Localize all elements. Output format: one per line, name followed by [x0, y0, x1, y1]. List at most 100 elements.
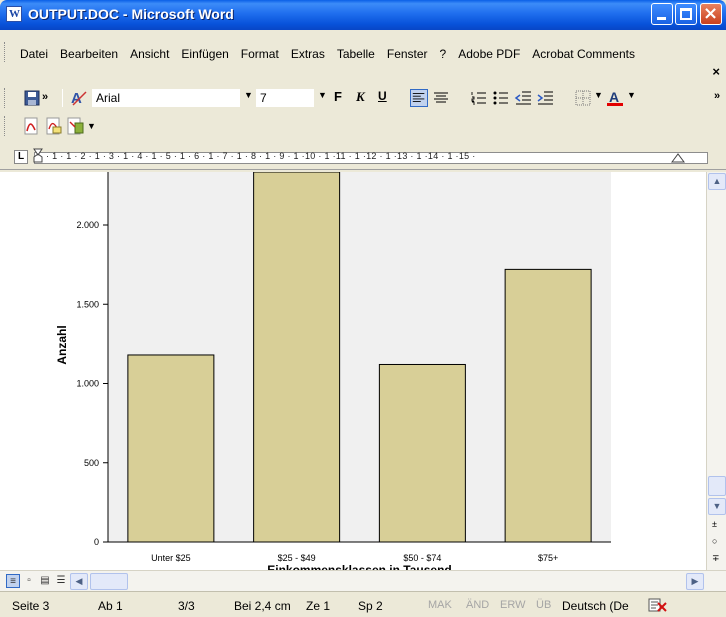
- title-bar[interactable]: OUTPUT.DOC - Microsoft Word ×: [0, 0, 726, 30]
- x-axis-title: Einkommensklassen in Tausend: [267, 563, 452, 570]
- font-size-dropdown-icon[interactable]: ▼: [318, 90, 327, 100]
- pdf-review-icon[interactable]: [66, 117, 84, 135]
- toolbar2-overflow-icon[interactable]: »: [714, 90, 720, 102]
- status-page: Seite 3: [12, 599, 50, 613]
- previous-page-icon[interactable]: ±: [712, 519, 717, 529]
- print-layout-icon[interactable]: ▤: [38, 574, 52, 588]
- font-color-icon[interactable]: A: [606, 89, 624, 107]
- status-erw[interactable]: ERW: [500, 599, 525, 611]
- border-icon[interactable]: [574, 89, 592, 107]
- x-tick-label: $75+: [538, 553, 558, 563]
- y-tick-label: 2.000: [76, 220, 99, 230]
- scroll-left-icon[interactable]: ◀: [70, 573, 88, 590]
- menu-einfuegen[interactable]: Einfügen: [181, 47, 228, 61]
- font-size-field[interactable]: 7: [256, 89, 314, 107]
- menu-bearbeiten[interactable]: Bearbeiten: [60, 47, 118, 61]
- close-icon: ×: [703, 3, 719, 24]
- outline-view-icon[interactable]: ☰: [54, 574, 68, 588]
- align-left-icon[interactable]: [410, 89, 428, 107]
- italic-icon[interactable]: K: [356, 89, 365, 105]
- pdf-email-icon[interactable]: [44, 117, 62, 135]
- y-tick-label: 500: [84, 458, 99, 468]
- menu-format[interactable]: Format: [241, 47, 279, 61]
- status-line: Ze 1: [306, 599, 331, 613]
- underline-icon[interactable]: U: [378, 89, 387, 103]
- status-position: Bei 2,4 cm: [234, 599, 291, 613]
- menu-items: Datei Bearbeiten Ansicht Einfügen Format…: [20, 47, 647, 61]
- bold-icon[interactable]: F: [334, 89, 342, 104]
- font-name-dropdown-icon[interactable]: ▼: [244, 90, 253, 100]
- window-title: OUTPUT.DOC - Microsoft Word: [28, 6, 234, 22]
- menu-acrobat-comments[interactable]: Acrobat Comments: [532, 47, 635, 61]
- vertical-scrollbar[interactable]: ▲ ▼ ± ○ ∓: [706, 172, 726, 570]
- menu-grip[interactable]: [4, 42, 7, 62]
- formatting-toolbar: » A Arial ▼ 7 ▼ F K U ▼ A ▼ »: [0, 86, 726, 110]
- border-dropdown-icon[interactable]: ▼: [594, 90, 603, 100]
- status-pages: 3/3: [178, 599, 195, 613]
- pdf-toolbar-dropdown-icon[interactable]: ▼: [87, 121, 96, 131]
- left-indent-marker-icon[interactable]: [33, 148, 43, 170]
- status-bar: Seite 3 Ab 1 3/3 Bei 2,4 cm Ze 1 Sp 2 MA…: [0, 591, 726, 617]
- toolbar-grip[interactable]: [4, 88, 7, 108]
- increase-indent-icon[interactable]: [536, 89, 554, 107]
- x-tick-label: $50 - $74: [403, 553, 441, 563]
- y-tick-label: 1.500: [76, 299, 99, 309]
- toolbar-overflow-icon[interactable]: »: [42, 91, 48, 103]
- spellcheck-status-icon[interactable]: [648, 597, 668, 613]
- normal-view-icon[interactable]: ≡: [6, 574, 20, 588]
- menu-datei[interactable]: Datei: [20, 47, 48, 61]
- bar-chart: 0 500 1.000 1.500 2.000 Unter $25 $25 - $49 $50…: [55, 172, 611, 570]
- menu-tabelle[interactable]: Tabelle: [337, 47, 375, 61]
- pdf-toolbar: ▼: [0, 114, 726, 138]
- bullet-list-icon[interactable]: [492, 89, 510, 107]
- ruler-scale: · 1 · 1 · 2 · 1 · 3 · 1 · 4 · 1 · 5 · 1 …: [46, 151, 476, 161]
- status-ub[interactable]: ÜB: [536, 599, 551, 611]
- font-color-dropdown-icon[interactable]: ▼: [627, 90, 636, 100]
- document-close-button[interactable]: ×: [712, 64, 720, 79]
- menu-ansicht[interactable]: Ansicht: [130, 47, 169, 61]
- hscroll-thumb[interactable]: [90, 573, 128, 590]
- y-axis-title: Anzahl: [55, 325, 69, 364]
- align-center-icon[interactable]: [432, 89, 450, 107]
- scroll-down-icon[interactable]: ▼: [708, 498, 726, 515]
- close-button[interactable]: ×: [700, 3, 722, 25]
- font-name-field[interactable]: Arial: [92, 89, 240, 107]
- web-layout-icon[interactable]: ▫: [22, 574, 36, 588]
- browse-object-icon[interactable]: ○: [712, 536, 717, 546]
- tab-stop-selector-icon[interactable]: L: [14, 150, 28, 164]
- pdf-toolbar-grip[interactable]: [4, 116, 7, 136]
- numbered-list-icon[interactable]: [470, 89, 488, 107]
- styles-icon[interactable]: A: [70, 89, 88, 107]
- horizontal-scrollbar[interactable]: ≡ ▫ ▤ ☰ ◀ ▶: [0, 570, 726, 591]
- status-mak[interactable]: MAK: [428, 599, 452, 611]
- menu-help[interactable]: ?: [440, 47, 447, 61]
- right-indent-marker-icon[interactable]: [671, 150, 685, 164]
- status-language: Deutsch (De: [562, 599, 629, 613]
- maximize-icon: [680, 8, 692, 20]
- decrease-indent-icon[interactable]: [514, 89, 532, 107]
- bar: [378, 363, 466, 543]
- menu-bar: Datei Bearbeiten Ansicht Einfügen Format…: [0, 30, 726, 79]
- maximize-button[interactable]: [675, 3, 697, 25]
- bar: [504, 268, 592, 543]
- minimize-button[interactable]: [651, 3, 673, 25]
- scroll-up-icon[interactable]: ▲: [708, 173, 726, 190]
- bar: [127, 354, 215, 543]
- scroll-thumb[interactable]: [708, 476, 726, 496]
- pdf-convert-icon[interactable]: [22, 117, 40, 135]
- horizontal-ruler[interactable]: L · 1 · 1 · 2 · 1 · 3 · 1 · 4 · 1 · 5 · …: [0, 146, 726, 170]
- word-window: OUTPUT.DOC - Microsoft Word × Datei Bear…: [0, 0, 726, 617]
- next-page-icon[interactable]: ∓: [712, 553, 720, 564]
- document-area[interactable]: 0 500 1.000 1.500 2.000 Unter $25 $25 - $49 $50…: [0, 172, 706, 570]
- y-tick-label: 1.000: [76, 379, 99, 389]
- save-icon[interactable]: [23, 89, 41, 107]
- minimize-icon: [657, 17, 666, 20]
- menu-fenster[interactable]: Fenster: [387, 47, 428, 61]
- scroll-right-icon[interactable]: ▶: [686, 573, 704, 590]
- status-and[interactable]: ÄND: [466, 599, 489, 611]
- bar: [253, 172, 341, 543]
- word-app-icon[interactable]: [6, 6, 22, 22]
- y-tick-label: 0: [94, 537, 99, 547]
- menu-extras[interactable]: Extras: [291, 47, 325, 61]
- menu-adobe-pdf[interactable]: Adobe PDF: [458, 47, 520, 61]
